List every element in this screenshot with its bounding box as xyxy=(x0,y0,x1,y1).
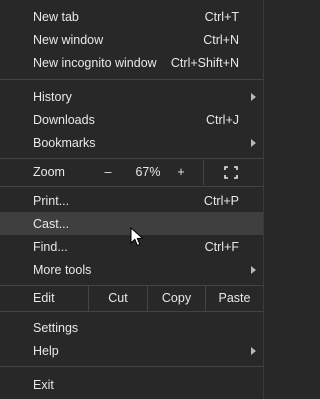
edit-row: Edit Cut Copy Paste xyxy=(0,286,263,311)
menu-separator xyxy=(0,158,263,159)
menu-item-label: Bookmarks xyxy=(33,135,96,150)
menu-item-new-window[interactable]: New window Ctrl+N xyxy=(0,28,263,51)
menu-item-help[interactable]: Help xyxy=(0,339,263,362)
menu-item-shortcut: Ctrl+F xyxy=(204,239,239,254)
menu-item-shortcut: Ctrl+J xyxy=(206,112,239,127)
zoom-in-button[interactable]: + xyxy=(170,160,192,185)
menu-item-label: New tab xyxy=(33,9,79,24)
zoom-row: Zoom – 67% + xyxy=(0,160,263,185)
menu-item-shortcut: Ctrl+T xyxy=(204,9,239,24)
fullscreen-icon[interactable] xyxy=(224,166,238,179)
chevron-right-icon xyxy=(251,92,256,101)
cut-button[interactable]: Cut xyxy=(89,286,147,311)
menu-separator xyxy=(0,79,263,80)
chevron-right-icon xyxy=(251,138,256,147)
menu-separator xyxy=(0,311,263,312)
menu-item-shortcut: Ctrl+N xyxy=(203,32,239,47)
menu-item-label: Cast... xyxy=(33,216,70,231)
menu-item-bookmarks[interactable]: Bookmarks xyxy=(0,131,263,154)
menu-item-print[interactable]: Print... Ctrl+P xyxy=(0,189,263,212)
mouse-pointer-icon xyxy=(130,227,144,247)
menu-item-label: Print... xyxy=(33,193,70,208)
zoom-label: Zoom xyxy=(33,165,65,179)
menu-item-more-tools[interactable]: More tools xyxy=(0,258,263,281)
paste-button[interactable]: Paste xyxy=(206,286,263,311)
chevron-right-icon xyxy=(251,265,256,274)
menu-item-shortcut: Ctrl+P xyxy=(203,193,239,208)
menu-item-label: New incognito window xyxy=(33,55,157,70)
menu-item-label: Settings xyxy=(33,320,79,335)
menu-item-label: Exit xyxy=(33,377,54,392)
menu-item-history[interactable]: History xyxy=(0,85,263,108)
menu-item-label: Downloads xyxy=(33,112,95,127)
zoom-out-button[interactable]: – xyxy=(96,160,120,185)
menu-item-label: Help xyxy=(33,343,59,358)
menu-separator xyxy=(0,366,263,367)
menu-item-downloads[interactable]: Downloads Ctrl+J xyxy=(0,108,263,131)
chevron-right-icon xyxy=(251,346,256,355)
menu-item-label: New window xyxy=(33,32,104,47)
menu-item-shortcut: Ctrl+Shift+N xyxy=(170,55,239,70)
menu-item-new-incognito-window[interactable]: New incognito window Ctrl+Shift+N xyxy=(0,51,263,74)
zoom-level: 67% xyxy=(135,165,161,179)
menu-item-label: History xyxy=(33,89,72,104)
menu-item-label: Find... xyxy=(33,239,68,254)
edit-label: Edit xyxy=(33,291,55,305)
menu-item-settings[interactable]: Settings xyxy=(0,316,263,339)
menu-separator xyxy=(0,186,263,187)
menu-item-new-tab[interactable]: New tab Ctrl+T xyxy=(0,5,263,28)
menu-item-exit[interactable]: Exit xyxy=(0,373,263,396)
chrome-main-menu: New tab Ctrl+T New window Ctrl+N New inc… xyxy=(0,0,264,399)
menu-item-label: More tools xyxy=(33,262,92,277)
copy-button[interactable]: Copy xyxy=(148,286,205,311)
zoom-divider xyxy=(203,160,204,185)
